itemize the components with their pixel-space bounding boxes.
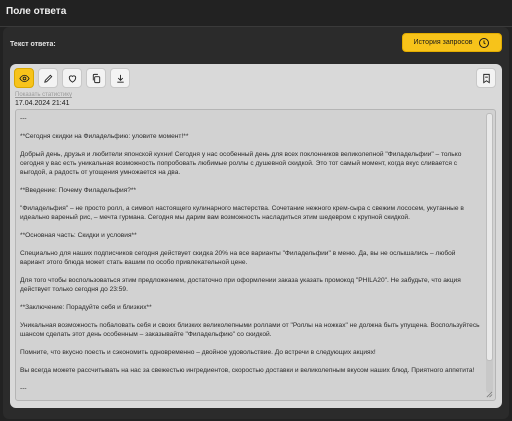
download-button[interactable] [110, 68, 130, 88]
scrollbar[interactable] [486, 113, 493, 393]
download-icon [116, 74, 124, 83]
answer-label: Текст ответа: [10, 41, 56, 48]
heart-icon [68, 74, 76, 83]
history-button[interactable]: История запросов [402, 33, 502, 52]
favorite-button[interactable] [62, 68, 82, 88]
page-title: Поле ответа [6, 6, 67, 17]
show-stats-link[interactable]: Показать статистику [15, 92, 72, 98]
copy-button[interactable] [86, 68, 106, 88]
timestamp: 17.04.2024 21:41 [15, 100, 70, 107]
editor-card: Показать статистику 17.04.2024 21:41 ---… [10, 64, 502, 408]
bookmark-icon [482, 73, 490, 83]
answer-text: --- **Сегодня скидки на Филадельфию: уло… [20, 115, 480, 392]
answer-textarea[interactable]: --- **Сегодня скидки на Филадельфию: уло… [15, 109, 496, 401]
copy-icon [92, 73, 100, 83]
resize-grip-icon[interactable] [486, 391, 493, 398]
scrollbar-thumb[interactable] [486, 113, 493, 361]
history-clock-icon [479, 37, 490, 48]
edit-button[interactable] [38, 68, 58, 88]
view-button[interactable] [14, 68, 34, 88]
pencil-icon [43, 74, 52, 83]
bookmark-button[interactable] [476, 68, 496, 88]
editor-toolbar [14, 68, 130, 88]
eye-icon [18, 74, 30, 82]
history-button-label: История запросов [413, 39, 473, 46]
